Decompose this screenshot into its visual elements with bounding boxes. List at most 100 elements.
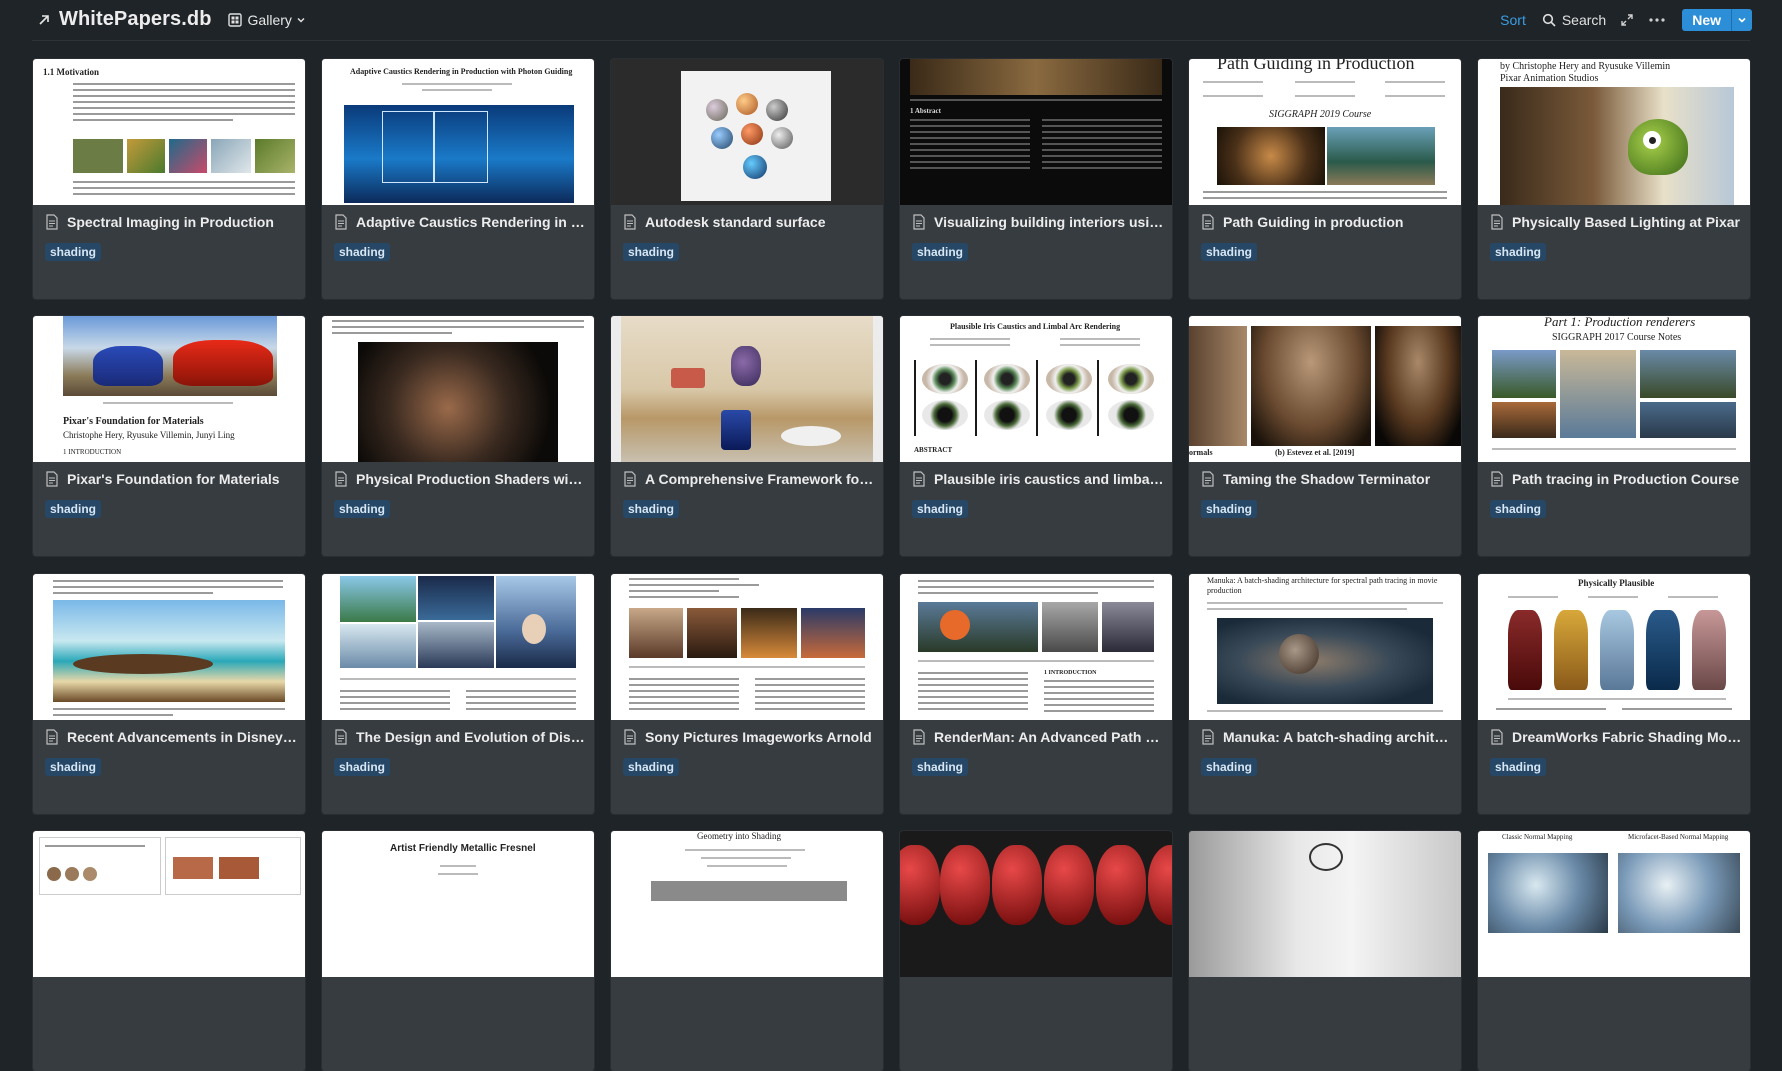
card-thumbnail: 1 Abstract [900,59,1172,205]
thumb-caption: (b) Estevez et al. [2019] [1275,448,1355,457]
new-button[interactable]: New [1682,9,1731,31]
gallery-card[interactable]: Adaptive Caustics Rendering in Productio… [322,59,594,299]
card-thumbnail: Adaptive Caustics Rendering in Productio… [322,59,594,205]
thumb-section: 1 INTRODUCTION [63,448,122,456]
gallery-card[interactable]: 1 Abstract Visualizing building interior… [900,59,1172,299]
card-title-text: Autodesk standard surface [645,214,826,230]
expand-icon[interactable] [1620,13,1634,27]
thumb-subheading: Microfacet-Based Normal Mapping [1628,833,1729,841]
card-title-text: Taming the Shadow Terminator [1223,471,1431,487]
card-thumbnail: ormals (b) Estevez et al. [2019] [1189,316,1461,462]
card-title: Physically Based Lighting at Pixar [1490,214,1742,230]
search-icon [1542,13,1556,27]
document-icon [1202,729,1214,745]
gallery-card[interactable]: Physical Production Shaders with OSL sha… [322,316,594,556]
search-button[interactable]: Search [1542,12,1606,28]
gallery-card[interactable]: Plausible Iris Caustics and Limbal Arc R… [900,316,1172,556]
thumb-heading: Artist Friendly Metallic Fresnel [390,843,536,854]
document-icon [913,471,925,487]
gallery-card[interactable]: Part 1: Production renderers SIGGRAPH 20… [1478,316,1750,556]
tag-badge: shading [1201,758,1258,776]
gallery-card[interactable]: 1.1 Motivation Spectral Imaging in Produ… [33,59,305,299]
card-title-text: DreamWorks Fabric Shading Model [1512,729,1742,745]
card-title: Taming the Shadow Terminator [1201,471,1453,487]
tag-badge: shading [912,758,969,776]
gallery-card[interactable]: Classic Normal Mapping Microfacet-Based … [1478,831,1750,1071]
thumb-heading: 1 Abstract [910,107,941,115]
sort-button[interactable]: Sort [1500,12,1526,28]
card-thumbnail: 1 INTRODUCTION [900,574,1172,720]
tag-badge: shading [334,758,391,776]
document-icon [1491,214,1503,230]
gallery-card[interactable]: A Comprehensive Framework for Rendering … [611,316,883,556]
gallery-card[interactable]: Manuka: A batch-shading architecture for… [1189,574,1461,814]
thumb-subheading: Christophe Hery, Ryusuke Villemin, Junyi… [63,430,235,440]
open-arrow-icon[interactable] [37,13,51,27]
thumb-subheading: Pixar Animation Studios [1500,73,1599,84]
chevron-down-icon [297,17,305,23]
document-icon [1202,214,1214,230]
card-thumbnail [33,574,305,720]
toolbar: Sort Search New [1500,9,1752,31]
thumb-section: 1 INTRODUCTION [1044,670,1097,676]
card-thumbnail: Pixar's Foundation for Materials Christo… [33,316,305,462]
database-title: WhitePapers.db [59,8,212,30]
card-title-text: Path Guiding in production [1223,214,1404,230]
card-title: Sony Pictures Imageworks Arnold [623,729,875,745]
card-title: Physical Production Shaders with OSL [334,471,586,487]
thumb-heading: Classic Normal Mapping [1502,833,1573,841]
thumb-heading: by Christophe Hery and Ryusuke Villemin [1500,61,1671,72]
gallery-card[interactable]: Geometry into Shading [611,831,883,1071]
card-title-text: A Comprehensive Framework for Rendering … [645,471,875,487]
card-title-text: Physical Production Shaders with OSL [356,471,586,487]
card-thumbnail: Classic Normal Mapping Microfacet-Based … [1478,831,1750,977]
card-thumbnail [322,316,594,462]
card-title: Path tracing in Production Course [1490,471,1742,487]
card-thumbnail [611,59,883,205]
gallery-card[interactable] [900,831,1172,1071]
document-icon [46,471,58,487]
card-thumbnail: Plausible Iris Caustics and Limbal Arc R… [900,316,1172,462]
new-button-group: New [1682,9,1752,31]
gallery-card[interactable]: Recent Advancements in Disney's Hyperion… [33,574,305,814]
gallery-card[interactable] [1189,831,1461,1071]
thumb-heading: Pixar's Foundation for Materials [63,416,204,427]
view-label: Gallery [247,11,292,28]
gallery-card[interactable] [33,831,305,1071]
gallery-card[interactable]: Autodesk standard surface shading [611,59,883,299]
view-switcher[interactable]: Gallery [227,11,306,28]
new-dropdown-button[interactable] [1731,9,1752,31]
gallery-card[interactable]: ormals (b) Estevez et al. [2019] Taming … [1189,316,1461,556]
gallery-card[interactable]: Path Guiding in Production SIGGRAPH 2019… [1189,59,1461,299]
gallery-card[interactable]: Pixar's Foundation for Materials Christo… [33,316,305,556]
gallery-card[interactable]: The Design and Evolution of Disney's Hyp… [322,574,594,814]
document-icon [335,471,347,487]
more-options-icon[interactable] [1648,13,1666,27]
card-thumbnail [322,574,594,720]
chevron-down-icon [1738,17,1746,23]
card-title-text: Adaptive Caustics Rendering in Productio… [356,214,586,230]
tag-badge: shading [912,243,969,261]
tag-badge: shading [1201,500,1258,518]
tag-badge: shading [1490,500,1547,518]
card-thumbnail [1189,831,1461,977]
gallery-card[interactable]: Sony Pictures Imageworks Arnold shading [611,574,883,814]
card-thumbnail: by Christophe Hery and Ryusuke Villemin … [1478,59,1750,205]
thumb-subheading: SIGGRAPH 2019 Course [1269,109,1372,120]
tag-badge: shading [623,243,680,261]
gallery-card[interactable]: 1 INTRODUCTION RenderMan: An Advanced Pa… [900,574,1172,814]
card-title-text: Manuka: A batch-shading architecture for… [1223,729,1453,745]
tag-badge: shading [912,500,969,518]
card-title-text: Visualizing building interiors using vir… [934,214,1164,230]
gallery-card[interactable]: by Christophe Hery and Ryusuke Villemin … [1478,59,1750,299]
card-thumbnail: Physically Plausible [1478,574,1750,720]
gallery-card[interactable]: Artist Friendly Metallic Fresnel [322,831,594,1071]
thumb-section: ABSTRACT [914,446,953,454]
card-thumbnail [611,574,883,720]
card-thumbnail: Manuka: A batch-shading architecture for… [1189,574,1461,720]
card-title: The Design and Evolution of Disney's Hyp… [334,729,586,745]
card-title: Path Guiding in production [1201,214,1453,230]
document-icon [1491,471,1503,487]
top-bar: WhitePapers.db Gallery Sort Search New [0,0,1782,40]
gallery-card[interactable]: Physically Plausible DreamWorks Fabric S… [1478,574,1750,814]
